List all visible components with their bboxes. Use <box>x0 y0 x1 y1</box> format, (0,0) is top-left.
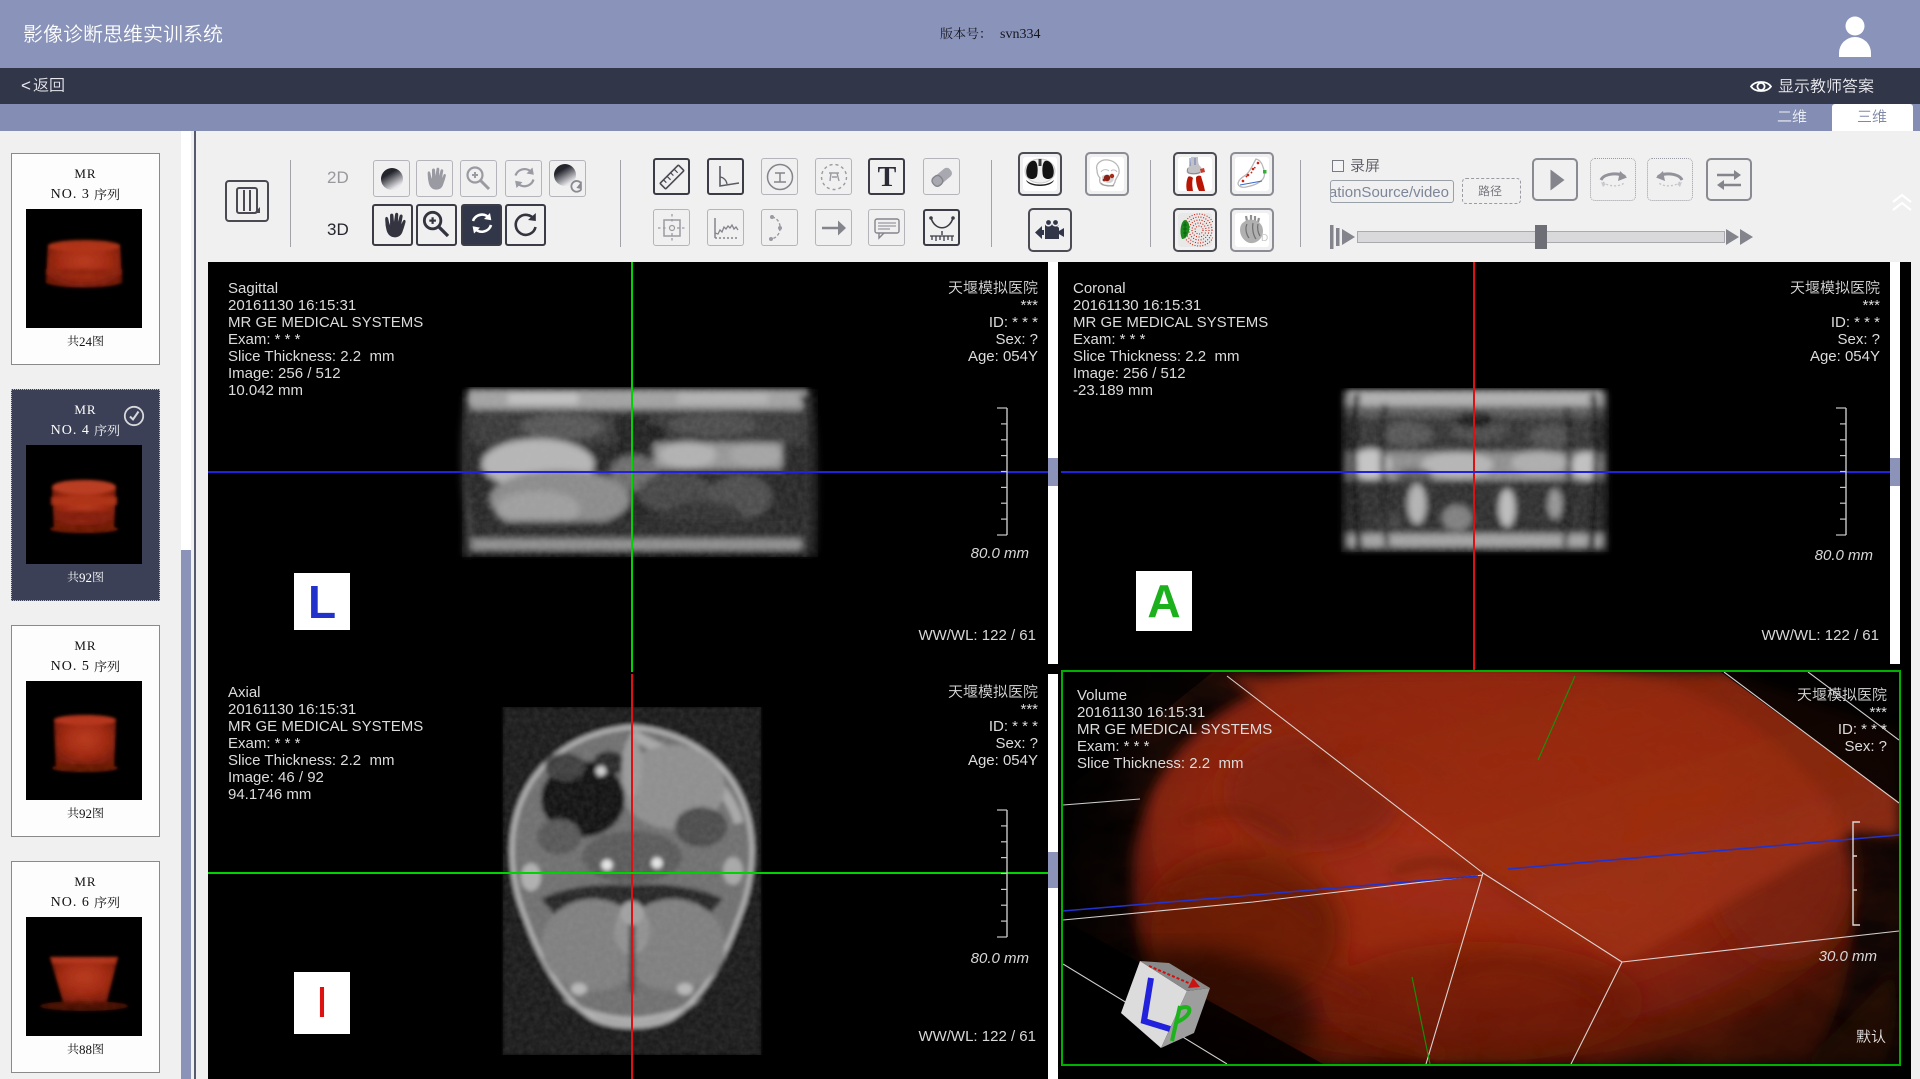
svg-text:T: T <box>877 162 896 193</box>
svg-text:D: D <box>1261 233 1268 244</box>
